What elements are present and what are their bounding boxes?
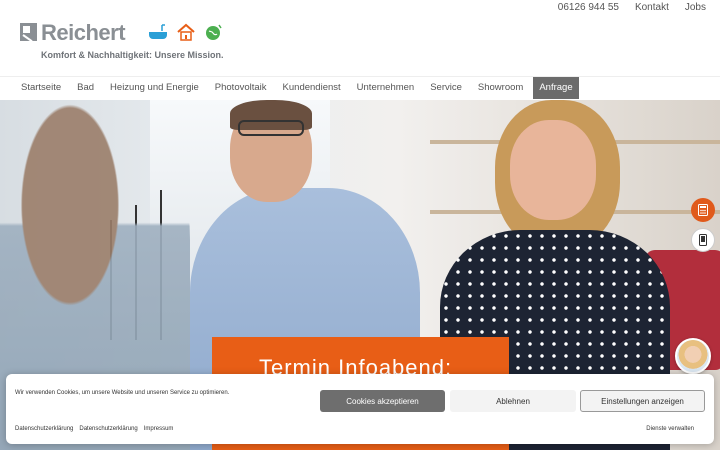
contact-link[interactable]: Kontakt (635, 2, 669, 13)
imprint-link[interactable]: Impressum (144, 426, 174, 432)
brand-tagline: Komfort & Nachhaltigkeit: Unsere Mission… (41, 50, 224, 60)
calculator-icon (698, 204, 708, 216)
globe-energy-icon (204, 23, 224, 41)
phone-link[interactable]: 06126 944 55 (558, 2, 619, 13)
main-navigation: Startseite Bad Heizung und Energie Photo… (0, 76, 720, 99)
utility-bar: 06126 944 55 Kontakt Jobs (558, 2, 706, 13)
nav-item-showroom[interactable]: Showroom (472, 77, 529, 99)
nav-item-bad[interactable]: Bad (71, 77, 100, 99)
house-heating-icon (176, 23, 196, 41)
deny-cookies-button[interactable]: Ablehnen (450, 390, 576, 412)
jobs-link[interactable]: Jobs (685, 2, 706, 13)
logo-mark-icon (20, 23, 37, 41)
chat-assistant-avatar[interactable] (675, 338, 711, 374)
cookie-links: Datenschutzerklärung Datenschutzerklärun… (15, 426, 173, 432)
calculator-button[interactable] (691, 198, 715, 222)
bathtub-icon (148, 23, 168, 41)
manage-services-link[interactable]: Dienste verwalten (646, 426, 694, 432)
logo-wordmark: Reichert (41, 20, 126, 45)
nav-item-unternehmen[interactable]: Unternehmen (351, 77, 421, 99)
privacy-policy-link[interactable]: Datenschutzerklärung (15, 426, 73, 432)
phone-button[interactable] (691, 228, 715, 252)
cookie-settings-button[interactable]: Einstellungen anzeigen (580, 390, 705, 412)
nav-item-photovoltaik[interactable]: Photovoltaik (209, 77, 273, 99)
nav-item-heizung[interactable]: Heizung und Energie (104, 77, 205, 99)
smartphone-icon (699, 234, 707, 246)
nav-item-kundendienst[interactable]: Kundendienst (277, 77, 347, 99)
cookie-banner: Wir verwenden Cookies, um unsere Website… (6, 374, 714, 444)
nav-item-startseite[interactable]: Startseite (15, 77, 67, 99)
nav-item-service[interactable]: Service (424, 77, 468, 99)
privacy-policy-link-2[interactable]: Datenschutzerklärung (79, 426, 137, 432)
nav-item-anfrage[interactable]: Anfrage (533, 77, 579, 99)
brand-logo[interactable]: Reichert Komfort & Nachhaltigkeit: Unser… (20, 20, 260, 64)
cookie-message: Wir verwenden Cookies, um unsere Website… (15, 390, 230, 396)
accept-cookies-button[interactable]: Cookies akzeptieren (320, 390, 445, 412)
logo-icons (148, 23, 224, 41)
